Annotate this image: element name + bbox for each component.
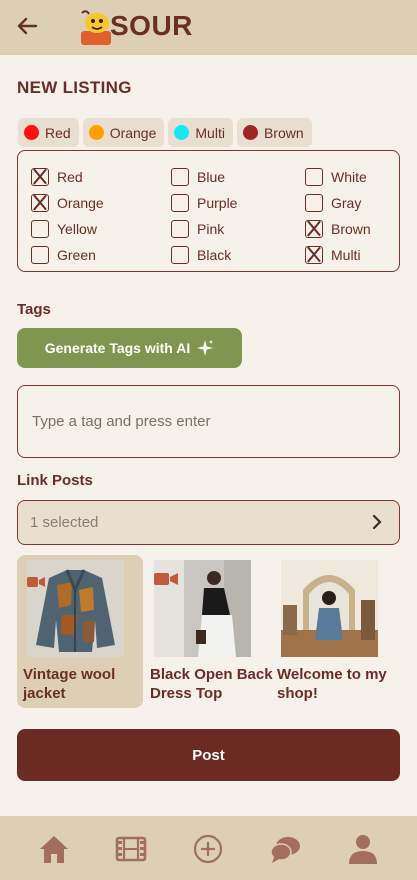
checkbox-label: Green (57, 247, 96, 263)
checkbox-label: Brown (331, 221, 371, 237)
checkbox-empty-icon (171, 168, 189, 186)
logo-text: SOUR (110, 10, 193, 41)
checkbox-checked-icon (305, 220, 323, 238)
checkbox-label: Multi (331, 247, 361, 263)
color-chip[interactable]: Multi (168, 118, 233, 147)
checkbox-empty-icon (31, 220, 49, 238)
post-card-welcome[interactable]: Welcome to my shop! (271, 555, 397, 708)
chevron-right-icon (372, 514, 382, 530)
film-icon[interactable] (114, 832, 148, 866)
generate-tags-button[interactable]: Generate Tags with AI (17, 328, 242, 368)
bottom-tab-bar (0, 816, 417, 880)
color-checkbox-gray[interactable]: Gray (305, 194, 361, 212)
post-title: Welcome to my shop! (277, 666, 387, 702)
color-dot (242, 125, 258, 140)
post-title: Vintage wool jacket (23, 666, 116, 702)
color-checkbox-purple[interactable]: Purple (171, 194, 237, 212)
color-checkbox-yellow[interactable]: Yellow (31, 220, 97, 238)
selected-color-chips: Red Orange Multi Brown (18, 118, 312, 147)
checkbox-label: Yellow (57, 221, 97, 237)
color-checkbox-green[interactable]: Green (31, 246, 96, 264)
link-posts-select[interactable]: 1 selected (17, 500, 400, 545)
link-posts-label: Link Posts (17, 472, 93, 489)
tag-input[interactable]: Type a tag and press enter (17, 385, 400, 458)
tags-label: Tags (17, 301, 51, 318)
page-title: NEW LISTING (17, 78, 132, 97)
checkbox-empty-icon (305, 168, 323, 186)
video-icon (154, 573, 178, 585)
checkbox-label: Gray (331, 195, 362, 211)
color-checkbox-black[interactable]: Black (171, 246, 231, 264)
color-checkbox-brown[interactable]: Brown (305, 220, 371, 238)
checkbox-label: Pink (197, 221, 225, 237)
color-checkbox-multi[interactable]: Multi (305, 246, 361, 264)
post-button[interactable]: Post (17, 729, 400, 781)
arrow-left-icon[interactable] (14, 12, 42, 40)
checkbox-label: Purple (197, 195, 238, 211)
color-chip-label: Red (45, 124, 71, 141)
post-title: Black Open Back Dress Top (150, 666, 273, 702)
color-checkbox-red[interactable]: Red (31, 168, 83, 186)
checkbox-empty-icon (171, 194, 189, 212)
checkbox-empty-icon (171, 220, 189, 238)
post-list: Vintage wool jacket Black Open Back Dres… (17, 555, 400, 708)
generate-tags-label: Generate Tags with AI (44, 340, 191, 356)
checkbox-empty-icon (305, 194, 323, 212)
checkbox-label: Blue (197, 169, 226, 185)
checkbox-checked-icon (31, 194, 49, 212)
color-dot (88, 125, 104, 140)
tag-input-placeholder: Type a tag and press enter (32, 413, 211, 430)
home-icon[interactable] (37, 832, 71, 866)
post-card-dress[interactable]: Black Open Back Dress Top (144, 555, 273, 708)
video-icon (27, 577, 45, 587)
color-checkbox-blue[interactable]: Blue (171, 168, 225, 186)
color-checkbox-group: Red Blue White Orange Purple Gray Yellow Pink Br… (17, 150, 400, 272)
chat-icon[interactable] (269, 832, 303, 866)
header: SOUR (0, 0, 417, 55)
color-chip-label: Brown (263, 124, 304, 141)
color-chip-label: Multi (195, 124, 225, 141)
color-checkbox-white[interactable]: White (305, 168, 367, 186)
checkbox-label: Black (197, 247, 232, 263)
checkbox-empty-icon (31, 246, 49, 264)
color-chip[interactable]: Red (18, 118, 79, 147)
checkbox-label: White (331, 169, 367, 185)
checkbox-checked-icon (31, 168, 49, 186)
color-chip-label: Orange (109, 124, 157, 141)
plus-circle-icon[interactable] (191, 832, 225, 866)
shop-photo (281, 560, 378, 657)
profile-icon[interactable] (346, 832, 380, 866)
checkbox-checked-icon (305, 246, 323, 264)
color-chip[interactable]: Brown (236, 118, 312, 147)
color-checkbox-orange[interactable]: Orange (31, 194, 104, 212)
sparkle-icon (197, 340, 214, 356)
color-dot (174, 125, 190, 140)
link-posts-selected-text: 1 selected (30, 514, 99, 531)
post-card-jacket[interactable]: Vintage wool jacket (17, 555, 143, 708)
checkbox-label: Orange (57, 195, 104, 211)
lemon-mascot-icon (81, 10, 111, 45)
color-dot (24, 125, 39, 140)
color-checkbox-pink[interactable]: Pink (171, 220, 224, 238)
checkbox-empty-icon (171, 246, 189, 264)
checkbox-label: Red (57, 169, 83, 185)
color-chip[interactable]: Orange (82, 118, 165, 147)
